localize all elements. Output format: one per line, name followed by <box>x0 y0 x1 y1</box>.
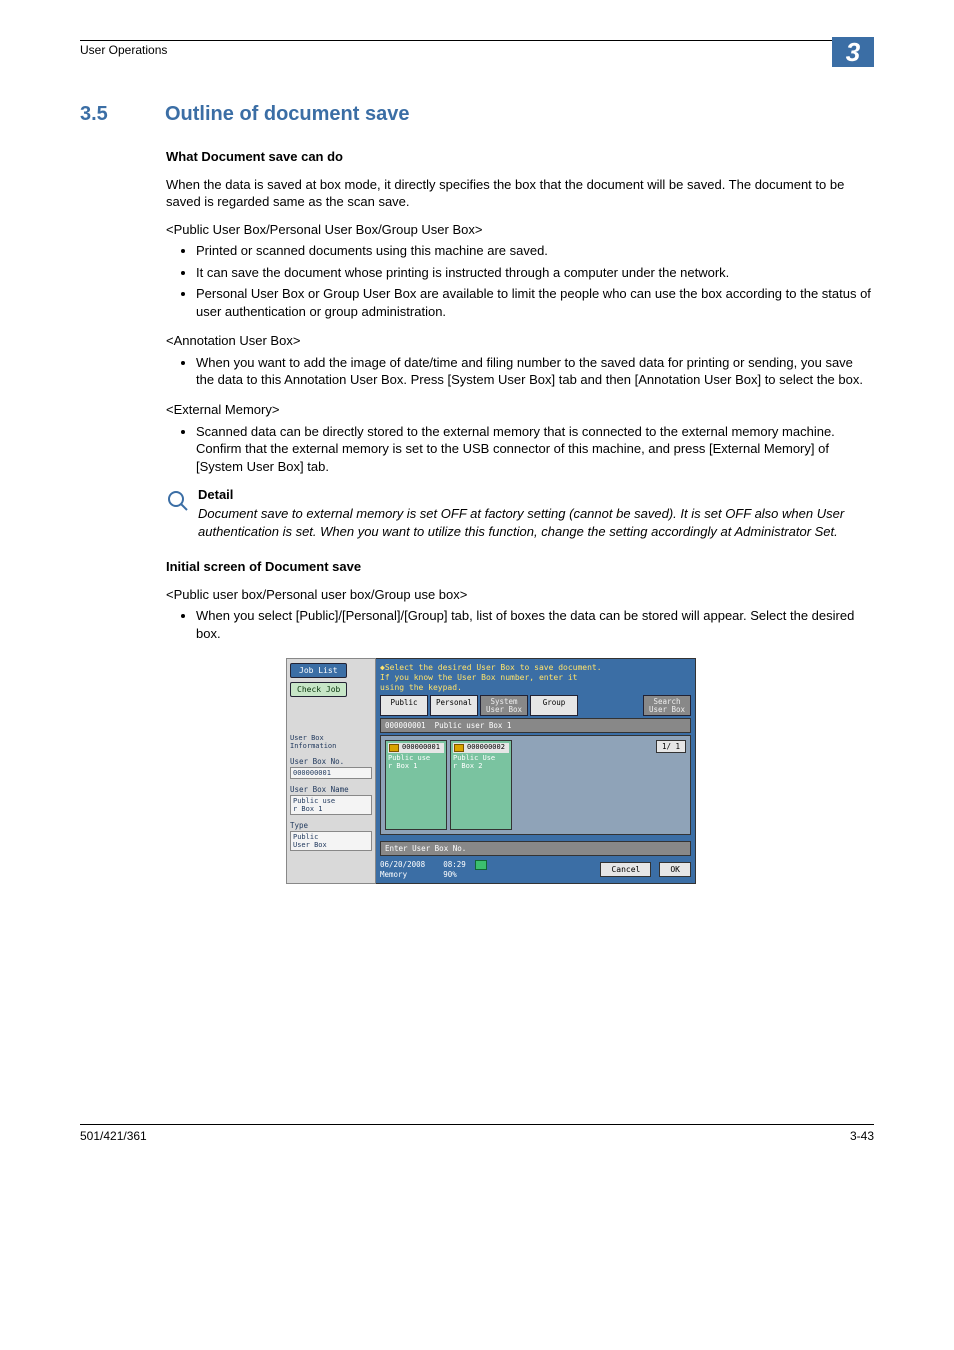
footer-right: 3-43 <box>850 1129 874 1143</box>
userbox-info-title: User Box Information <box>290 735 372 750</box>
footer-left: 501/421/361 <box>80 1129 147 1143</box>
list-item: Scanned data can be directly stored to t… <box>196 423 874 476</box>
section-title: Outline of document save <box>165 103 409 125</box>
bullets-external: Scanned data can be directly stored to t… <box>166 423 874 476</box>
section-heading: 3.5Outline of document save <box>80 103 874 126</box>
bullets-annotation: When you want to add the image of date/t… <box>166 354 874 389</box>
ok-button[interactable]: OK <box>659 862 691 877</box>
box-types-line: <Public User Box/Personal User Box/Group… <box>166 221 874 239</box>
tab-public[interactable]: Public <box>380 695 428 716</box>
userbox-no-label: User Box No. <box>290 757 372 766</box>
user-box-item[interactable]: 000000002 Public Use r Box 2 <box>450 740 512 830</box>
folder-icon <box>454 744 464 752</box>
userbox-type-label: Type <box>290 821 372 830</box>
cancel-button[interactable]: Cancel <box>600 862 651 877</box>
memory-icon <box>475 860 487 870</box>
page-category: User Operations <box>80 43 167 57</box>
userbox-type-value: Public User Box <box>290 831 372 851</box>
list-item: When you want to add the image of date/t… <box>196 354 874 389</box>
userbox-name-label: User Box Name <box>290 785 372 794</box>
hint-text: ◆Select the desired User Box to save doc… <box>380 663 691 692</box>
annotation-line: <Annotation User Box> <box>166 332 874 350</box>
chapter-number-badge: 3 <box>832 37 874 67</box>
list-item: It can save the document whose printing … <box>196 264 874 282</box>
tab-system-user-box[interactable]: System User Box <box>480 695 528 716</box>
detail-label: Detail <box>198 487 874 502</box>
footer-time: 08:29 <box>443 860 466 869</box>
folder-icon <box>389 744 399 752</box>
list-item: Personal User Box or Group User Box are … <box>196 285 874 320</box>
footer-date: 06/20/2008 <box>380 860 425 869</box>
external-line: <External Memory> <box>166 401 874 419</box>
bullets-initial: When you select [Public]/[Personal]/[Gro… <box>166 607 874 642</box>
user-box-item[interactable]: 000000001 Public use r Box 1 <box>385 740 447 830</box>
breadcrumb-bar: 000000001 Public user Box 1 <box>380 718 691 733</box>
userbox-name-value: Public use r Box 1 <box>290 795 372 815</box>
intro-paragraph: When the data is saved at box mode, it d… <box>166 176 874 211</box>
userbox-no-value: 000000001 <box>290 767 372 779</box>
device-screenshot: Job List Check Job User Box Information … <box>286 658 696 884</box>
heading-initial: Initial screen of Document save <box>166 558 874 576</box>
enter-user-box-field[interactable]: Enter User Box No. <box>380 841 691 856</box>
heading-what: What Document save can do <box>166 148 874 166</box>
box-list-area: 000000001 Public use r Box 1 000000002 P… <box>380 735 691 835</box>
pager: 1/ 1 <box>656 740 686 753</box>
check-job-button[interactable]: Check Job <box>290 682 347 697</box>
tab-personal[interactable]: Personal <box>430 695 478 716</box>
tab-group[interactable]: Group <box>530 695 578 716</box>
list-item: Printed or scanned documents using this … <box>196 242 874 260</box>
detail-body: Document save to external memory is set … <box>198 505 874 540</box>
footer-memory-pct: 90% <box>443 870 457 879</box>
initial-sub-line: <Public user box/Personal user box/Group… <box>166 586 874 604</box>
list-item: When you select [Public]/[Personal]/[Gro… <box>196 607 874 642</box>
section-number: 3.5 <box>80 103 165 126</box>
magnifier-icon <box>166 489 192 516</box>
job-list-button[interactable]: Job List <box>290 663 347 678</box>
tab-search-user-box[interactable]: Search User Box <box>643 695 691 716</box>
bullets-box-types: Printed or scanned documents using this … <box>166 242 874 320</box>
footer-memory-label: Memory <box>380 870 407 879</box>
